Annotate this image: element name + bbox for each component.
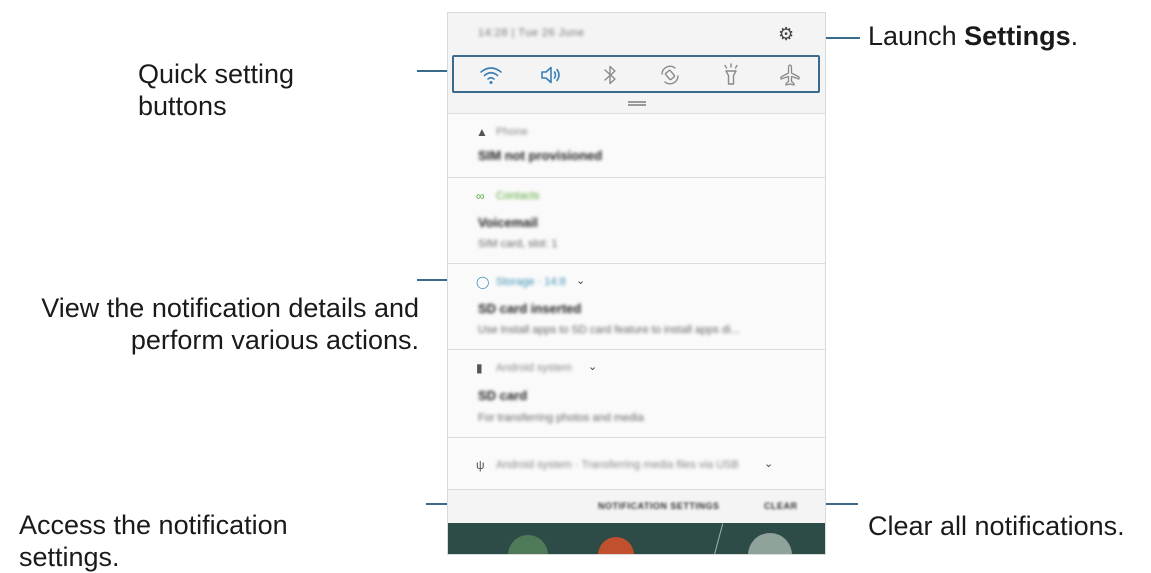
flashlight-icon[interactable] [718, 62, 744, 88]
launch-settings-suffix: . [1070, 21, 1079, 51]
quick-settings-callout-line2: buttons [138, 91, 227, 121]
home-wallpaper [448, 523, 825, 554]
quick-settings-leader-line [417, 70, 449, 72]
notification-title: SIM not provisioned [478, 148, 603, 163]
notification-settings-button[interactable]: NOTIFICATION SETTINGS [598, 501, 719, 511]
notification-details-callout-line2: perform various actions. [130, 325, 419, 355]
notification-app-name: Contacts [496, 190, 540, 202]
chevron-down-icon[interactable]: ⌄ [576, 274, 585, 287]
speaker-icon[interactable] [538, 62, 564, 88]
notification-settings-callout-line2: settings. [19, 542, 120, 572]
notification-app-name: Android system [496, 362, 572, 374]
rotate-icon[interactable] [657, 62, 683, 88]
launch-settings-prefix: Launch [868, 21, 965, 51]
clear-button[interactable]: CLEAR [764, 501, 798, 511]
notification-card[interactable]: ∞ Contacts Voicemail SIM card, slot: 1 [448, 177, 825, 263]
storage-icon: ◯ [476, 275, 490, 289]
notification-body: SIM card, slot: 1 [478, 238, 558, 250]
notification-action-bar: NOTIFICATION SETTINGS CLEAR [448, 489, 825, 523]
notification-settings-callout: Access the notification settings. [19, 509, 288, 573]
notification-app-name: Storage · 14:8 [496, 276, 566, 288]
wallpaper-blob [748, 533, 792, 554]
notification-app-name: Android system · Transferring media file… [496, 459, 739, 471]
notification-body: Use Install apps to SD card feature to i… [478, 324, 740, 336]
sim-icon: ▲ [476, 125, 488, 139]
chevron-down-icon[interactable]: ⌄ [764, 457, 773, 470]
drag-handle[interactable] [628, 101, 646, 103]
notification-title: SD card [478, 388, 528, 403]
notification-card[interactable]: ψ Android system · Transferring media fi… [448, 437, 825, 489]
quick-settings-row [452, 55, 820, 93]
voicemail-icon: ∞ [476, 189, 485, 203]
status-bar: 14:28 | Tue 26 June ⚙ [448, 13, 825, 55]
sd-card-icon: ▮ [476, 361, 483, 375]
notification-card[interactable]: ▮ Android system ⌄ SD card For transferr… [448, 349, 825, 437]
usb-icon: ψ [476, 458, 485, 472]
notification-details-callout-line1: View the notification details and [41, 293, 419, 323]
bluetooth-icon[interactable] [597, 62, 623, 88]
launch-settings-bold: Settings [964, 21, 1071, 51]
notification-details-callout: View the notification details and perfor… [0, 292, 419, 356]
wifi-icon[interactable] [478, 62, 504, 88]
quick-settings-callout-line1: Quick setting [138, 59, 295, 89]
notification-title: SD card inserted [478, 301, 582, 316]
notification-settings-callout-line1: Access the notification [19, 510, 288, 540]
launch-settings-callout: Launch Settings. [868, 20, 1078, 52]
chevron-down-icon[interactable]: ⌄ [588, 360, 597, 373]
notification-title: Voicemail [478, 215, 538, 230]
wallpaper-blob [508, 535, 548, 554]
wallpaper-blob [598, 537, 634, 554]
notification-card[interactable]: ▲ Phone SIM not provisioned [448, 113, 825, 177]
notification-app-name: Phone [496, 126, 528, 138]
status-time-date: 14:28 | Tue 26 June [478, 27, 585, 39]
gear-icon[interactable]: ⚙ [778, 25, 796, 43]
notification-card[interactable]: ◯ Storage · 14:8 ⌄ SD card inserted Use … [448, 263, 825, 349]
quick-settings-callout: Quick setting buttons [138, 58, 294, 122]
notification-body: For transferring photos and media [478, 412, 644, 424]
airplane-icon[interactable] [777, 62, 803, 88]
clear-callout: Clear all notifications. [868, 511, 1125, 541]
wallpaper-line [713, 523, 724, 554]
notification-panel: 14:28 | Tue 26 June ⚙ ▲ Phone SIM not pr… [447, 12, 826, 555]
